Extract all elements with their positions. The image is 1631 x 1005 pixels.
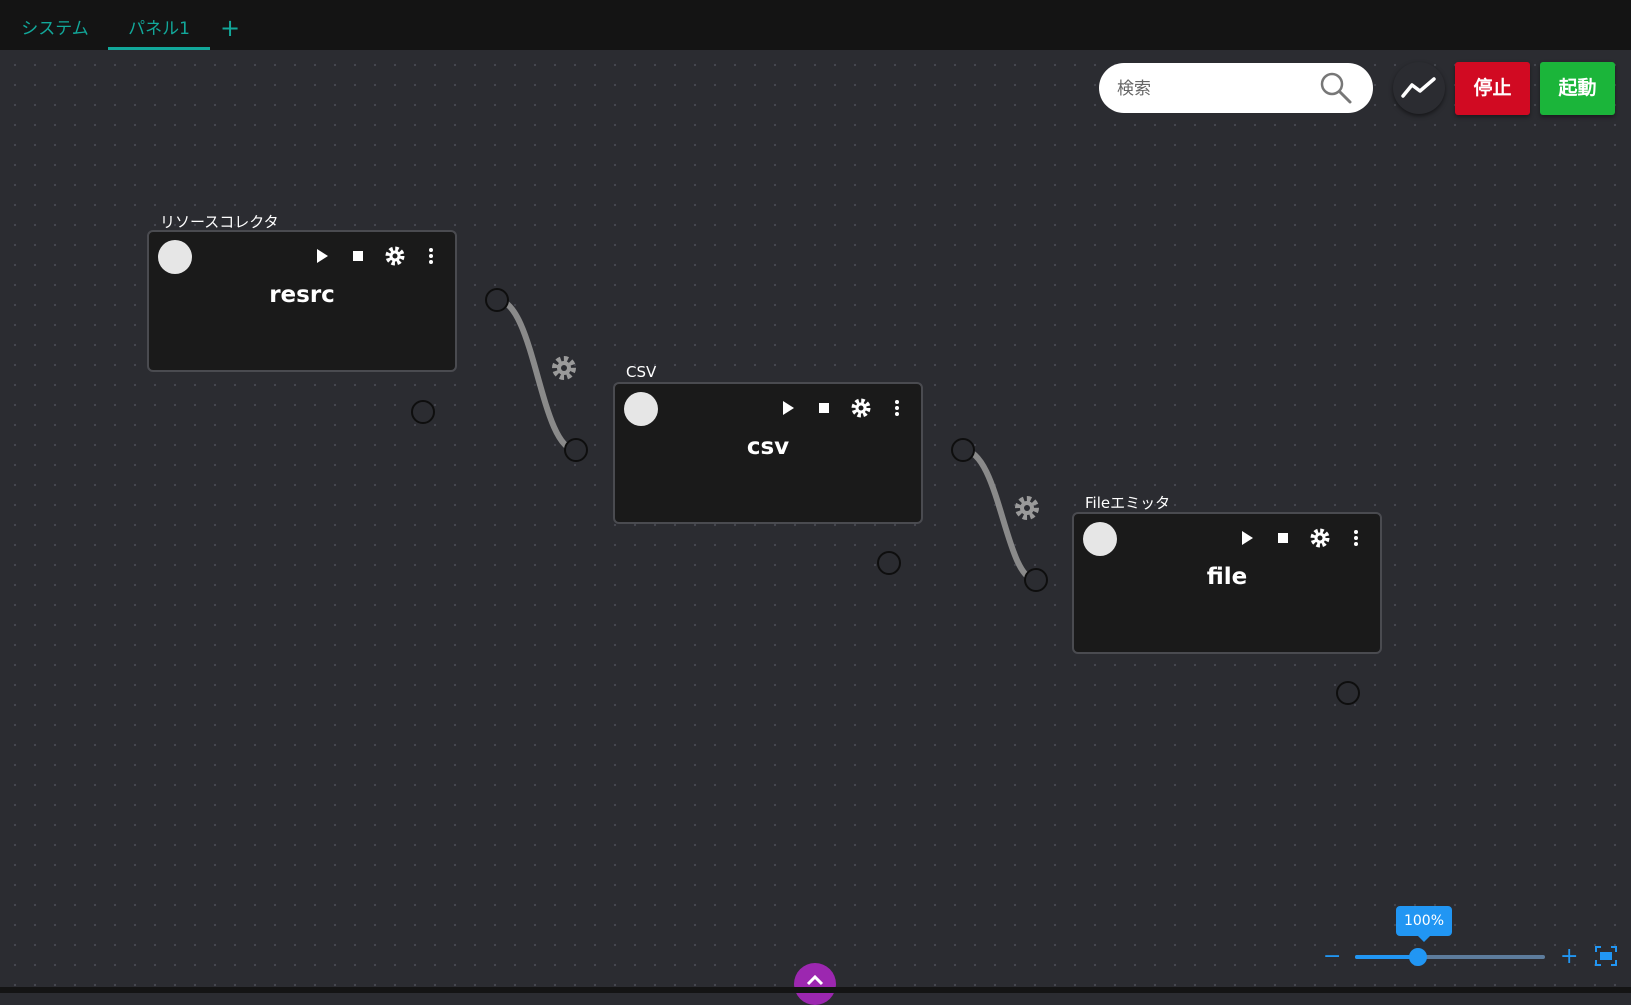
error-port[interactable]: [411, 400, 435, 424]
wire-resrc-csv: [496, 297, 577, 453]
output-port[interactable]: [951, 438, 975, 462]
node-title: CSV: [626, 363, 657, 381]
stop-icon[interactable]: [346, 244, 370, 268]
node-file[interactable]: file: [1072, 512, 1382, 654]
search-input[interactable]: [1115, 63, 1319, 115]
node-csv[interactable]: csv: [613, 382, 923, 524]
expand-panel-button[interactable]: [794, 963, 836, 1005]
input-port[interactable]: [1024, 568, 1048, 592]
error-port[interactable]: [877, 551, 901, 575]
gear-icon[interactable]: [1015, 496, 1039, 520]
play-icon[interactable]: [309, 244, 333, 268]
zoom-out-icon[interactable]: −: [1323, 946, 1341, 968]
zoom-slider[interactable]: [1355, 955, 1545, 959]
input-port[interactable]: [564, 438, 588, 462]
status-indicator: [158, 240, 192, 274]
node-title: Fileエミッタ: [1085, 494, 1171, 512]
more-vert-icon[interactable]: [885, 396, 909, 420]
gear-icon[interactable]: [1308, 526, 1332, 550]
search-box: [1099, 63, 1373, 115]
search-icon[interactable]: [1319, 71, 1353, 105]
stop-icon[interactable]: [1271, 526, 1295, 550]
node-name: file: [1206, 564, 1248, 590]
node-title: リソースコレクタ: [160, 213, 279, 231]
gear-icon[interactable]: [849, 396, 873, 420]
node-name: csv: [746, 434, 790, 460]
node-name: resrc: [269, 282, 335, 308]
zoom-level-label: 100%: [1396, 906, 1452, 942]
chevron-up-icon: [806, 974, 824, 986]
stop-button[interactable]: 停止: [1455, 62, 1530, 115]
status-indicator: [1083, 522, 1117, 556]
start-button[interactable]: 起動: [1540, 62, 1615, 115]
zoom-slider-thumb[interactable]: [1408, 948, 1427, 966]
status-indicator: [624, 392, 658, 426]
node-resrc[interactable]: resrc: [147, 230, 457, 372]
zoom-in-icon[interactable]: +: [1560, 946, 1578, 968]
bottom-bar: [0, 987, 1631, 993]
error-port[interactable]: [1336, 681, 1360, 705]
play-icon[interactable]: [1234, 526, 1258, 550]
trend-chart-button[interactable]: [1393, 62, 1445, 114]
stop-icon[interactable]: [812, 396, 836, 420]
more-vert-icon[interactable]: [419, 244, 443, 268]
gear-icon[interactable]: [383, 244, 407, 268]
more-vert-icon[interactable]: [1344, 526, 1368, 550]
fit-screen-icon[interactable]: [1595, 946, 1617, 966]
play-icon[interactable]: [775, 396, 799, 420]
gear-icon[interactable]: [552, 356, 576, 380]
output-port[interactable]: [485, 288, 509, 312]
trend-chart-icon: [1401, 77, 1436, 98]
